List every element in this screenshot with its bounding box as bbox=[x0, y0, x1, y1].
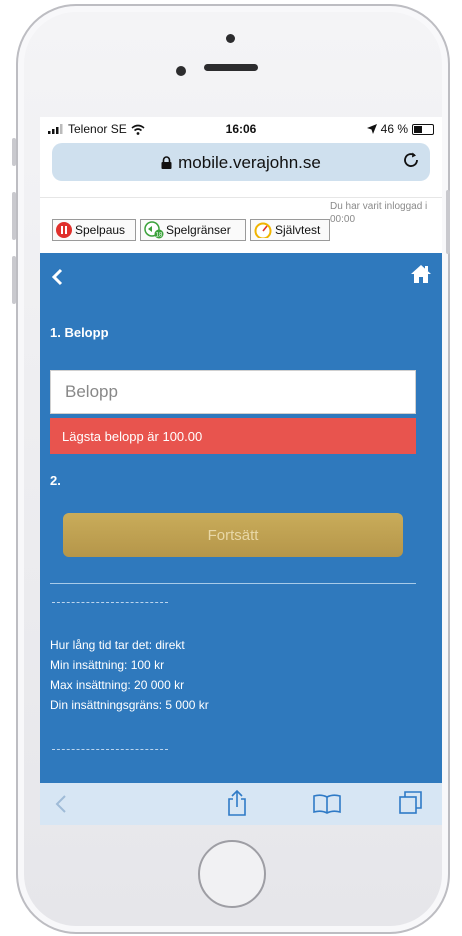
sjalvtest-button[interactable]: Självtest bbox=[250, 219, 330, 241]
dashed-separator-bottom bbox=[52, 749, 168, 751]
sjalvtest-label: Självtest bbox=[275, 223, 321, 237]
browser-toolbar bbox=[40, 783, 442, 825]
spelgranser-label: Spelgränser bbox=[166, 223, 231, 237]
svg-text:18: 18 bbox=[156, 233, 163, 239]
gauge-icon bbox=[254, 222, 272, 238]
dashed-separator-top bbox=[52, 602, 168, 604]
front-camera bbox=[176, 66, 186, 76]
info-deposit-limit: Din insättningsgräns: 5 000 kr bbox=[50, 698, 209, 712]
share-icon[interactable] bbox=[226, 789, 248, 822]
volume-down-button bbox=[12, 256, 16, 304]
responsible-gaming-bar: Spelpaus 18 Spelgränser Självtest Du har… bbox=[40, 197, 442, 254]
spelpaus-label: Spelpaus bbox=[75, 223, 126, 237]
info-max-deposit: Max insättning: 20 000 kr bbox=[50, 678, 185, 692]
mute-switch bbox=[12, 138, 16, 166]
pause-icon bbox=[56, 222, 72, 238]
power-button bbox=[446, 190, 450, 254]
location-arrow-icon bbox=[366, 124, 377, 134]
battery-percentage: 46 % bbox=[380, 122, 408, 136]
earpiece-speaker bbox=[204, 64, 258, 71]
spelpaus-button[interactable]: Spelpaus bbox=[52, 219, 136, 241]
step-2-label: 2. bbox=[50, 473, 61, 488]
volume-up-button bbox=[12, 192, 16, 240]
bookmarks-icon[interactable] bbox=[312, 793, 342, 820]
lock-icon bbox=[161, 156, 172, 169]
url-display: mobile.verajohn.se bbox=[52, 153, 430, 173]
home-icon[interactable] bbox=[410, 263, 432, 290]
spelgranser-button[interactable]: 18 Spelgränser bbox=[140, 219, 246, 241]
front-sensor bbox=[226, 34, 235, 43]
reload-icon[interactable] bbox=[402, 151, 420, 169]
url-text: mobile.verajohn.se bbox=[178, 153, 321, 172]
back-icon[interactable] bbox=[50, 265, 64, 293]
continue-button[interactable]: Fortsätt bbox=[63, 513, 403, 557]
divider bbox=[50, 583, 416, 584]
amount-input[interactable]: Belopp bbox=[50, 370, 416, 414]
info-min-deposit: Min insättning: 100 kr bbox=[50, 658, 165, 672]
status-bar: Telenor SE 16:06 46 % bbox=[40, 117, 442, 141]
tabs-icon[interactable] bbox=[398, 789, 424, 820]
status-right: 46 % bbox=[366, 122, 434, 136]
error-message: Lägsta belopp är 100.00 bbox=[50, 418, 416, 454]
address-bar[interactable]: mobile.verajohn.se bbox=[52, 143, 430, 181]
info-time: Hur lång tid tar det: direkt bbox=[50, 638, 185, 652]
home-button[interactable] bbox=[198, 840, 266, 908]
deposit-panel: 1. Belopp Belopp Lägsta belopp är 100.00… bbox=[40, 253, 442, 783]
battery-icon bbox=[412, 123, 434, 135]
limit-icon: 18 bbox=[144, 221, 164, 239]
step-1-label: 1. Belopp bbox=[50, 325, 109, 340]
login-timer-note: Du har varit inloggad i 00:00 bbox=[330, 201, 428, 225]
screen: Telenor SE 16:06 46 % mobile.verajohn.se… bbox=[40, 117, 442, 825]
back-arrow-icon[interactable] bbox=[54, 793, 68, 820]
